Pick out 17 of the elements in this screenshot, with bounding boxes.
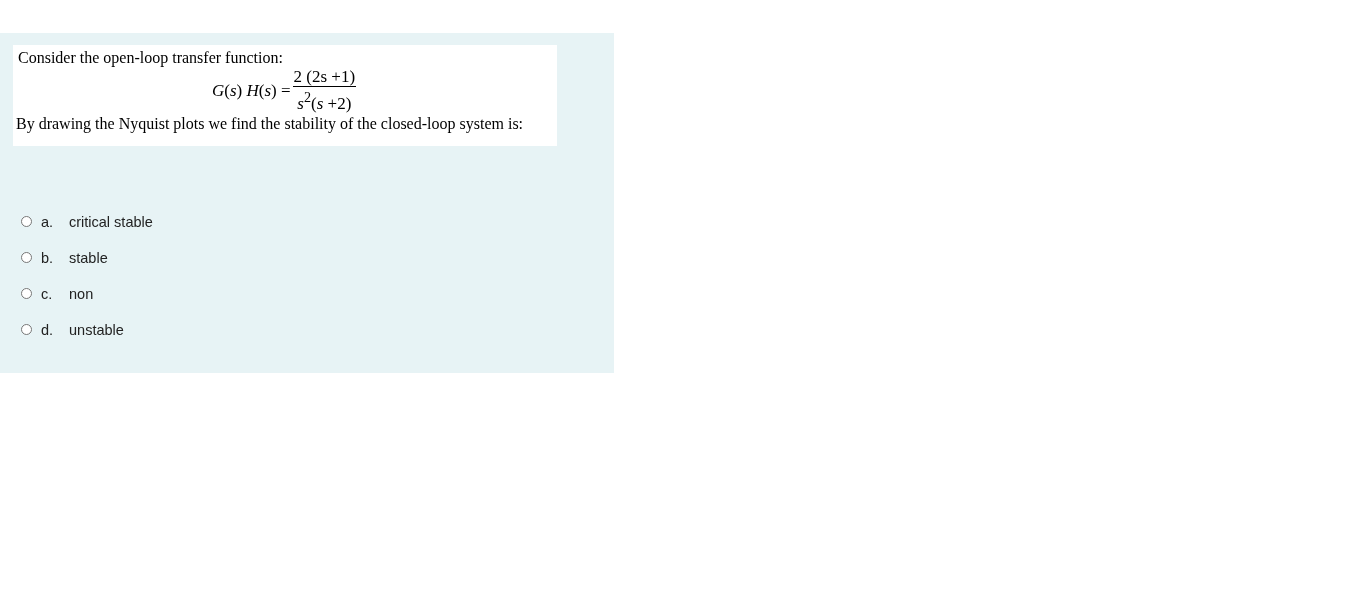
option-letter: d.	[41, 321, 55, 338]
formula-lhs: G(s) H(s) =	[212, 80, 291, 101]
option-letter: b.	[41, 249, 55, 266]
formula-numerator: 2 (2s +1)	[292, 68, 357, 87]
option-label[interactable]: stable	[69, 249, 108, 266]
option-label[interactable]: critical stable	[69, 213, 153, 230]
question-prompt: By drawing the Nyquist plots we find the stability of the closed-loop system is:	[16, 113, 525, 134]
option-label[interactable]: non	[69, 285, 94, 302]
formula-denominator: s$^{2}$(s +2)	[297, 88, 352, 114]
radio-button[interactable]	[21, 252, 32, 264]
radio-button[interactable]	[21, 324, 32, 336]
option-label[interactable]: unstable	[69, 321, 124, 338]
question-intro: Consider the open-loop transfer function:	[17, 48, 284, 68]
option-letter: c.	[41, 285, 54, 302]
radio-button[interactable]	[21, 288, 32, 300]
option-letter: a.	[41, 213, 55, 230]
radio-button[interactable]	[21, 216, 32, 228]
